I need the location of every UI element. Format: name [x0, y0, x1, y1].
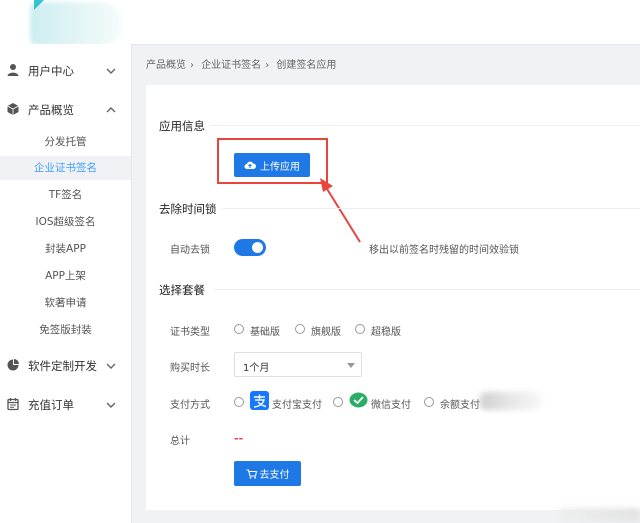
payment-radio-wechat[interactable] [333, 397, 343, 407]
cert-type-radio-flagship[interactable] [295, 324, 305, 334]
payment-radio-alipay[interactable] [234, 397, 244, 407]
cube-icon [7, 103, 19, 115]
sidebar-subitem-app-listing[interactable]: APP上架 [0, 264, 131, 288]
go-pay-button[interactable]: 去支付 [234, 461, 301, 486]
logo [30, 2, 122, 46]
alipay-icon [250, 391, 269, 410]
chevron-up-icon [106, 107, 116, 113]
breadcrumb-item[interactable]: 企业证书签名 [201, 60, 261, 71]
payment-option[interactable]: 支付宝支付 [272, 396, 322, 411]
top-bar [0, 0, 640, 46]
sidebar-subitem-tf-sign[interactable]: TF签名 [0, 183, 131, 207]
breadcrumb-separator: › [190, 60, 194, 71]
redacted-area [480, 392, 542, 410]
cert-type-radio-ultra-stable[interactable] [355, 324, 365, 334]
section-title-choose-package: 选择套餐 [159, 283, 205, 297]
watermark [560, 508, 640, 522]
sidebar-subitem-ios-super-sign[interactable]: IOS超级签名 [0, 210, 131, 234]
sidebar-item-custom-dev[interactable]: 软件定制开发 [0, 355, 131, 377]
divider [215, 289, 640, 290]
go-pay-label: 去支付 [259, 470, 290, 481]
cert-type-label: 证书类型 [170, 327, 210, 338]
cert-type-option[interactable]: 基础版 [250, 323, 280, 338]
breadcrumb: 产品概览 › 企业证书签名 › 创建签名应用 [146, 56, 340, 71]
chevron-down-icon [106, 363, 116, 369]
sidebar-item-label: 软件定制开发 [28, 359, 97, 373]
duration-label: 购买时长 [170, 363, 210, 374]
total-value: -- [234, 432, 244, 445]
sidebar-subitem-unsigned-package[interactable]: 免签版封装 [0, 318, 131, 342]
cert-type-option[interactable]: 超稳版 [371, 323, 401, 338]
breadcrumb-separator: › [265, 60, 270, 71]
sidebar-item-recharge-orders[interactable]: 充值订单 [0, 394, 131, 416]
payment-label: 支付方式 [170, 400, 210, 411]
chevron-down-icon [106, 68, 116, 74]
payment-radio-balance[interactable] [424, 397, 434, 407]
sidebar-item-user-center[interactable]: 用户中心 [0, 60, 131, 82]
sidebar-subitem-enterprise-cert[interactable]: 企业证书签名 [0, 156, 131, 180]
annotation-arrow-icon [320, 178, 361, 243]
cart-icon [246, 468, 257, 479]
sidebar-item-label: 充值订单 [28, 398, 74, 412]
toggle-knob [252, 242, 263, 253]
divider [210, 125, 640, 126]
payment-option[interactable]: 余额支付 [440, 396, 480, 411]
payment-option[interactable]: 微信支付 [371, 396, 411, 411]
chevron-down-icon [106, 402, 116, 408]
sidebar-subitem-copyright[interactable]: 软著申请 [0, 291, 131, 315]
sidebar-item-product-overview[interactable]: 产品概览 [0, 99, 131, 121]
section-title-remove-time-lock: 去除时间锁 [159, 202, 217, 216]
duration-value: 1个月 [243, 363, 270, 374]
total-label: 总计 [170, 436, 190, 447]
sidebar-subitem-package-app[interactable]: 封装APP [0, 237, 131, 261]
caret-down-icon [347, 363, 355, 368]
auto-unlock-hint: 移出以前签名时残留的时间效验锁 [369, 245, 519, 256]
auto-unlock-toggle[interactable] [234, 239, 266, 256]
calendar-icon [7, 398, 19, 411]
breadcrumb-item[interactable]: 产品概览 [146, 60, 186, 71]
cert-type-option[interactable]: 旗舰版 [311, 323, 341, 338]
sidebar-subitem-distribution[interactable]: 分发托管 [0, 130, 131, 154]
sidebar-item-label: 产品概览 [28, 103, 74, 117]
section-title-app-info: 应用信息 [159, 119, 205, 133]
wechat-pay-icon [349, 392, 368, 408]
sidebar-item-label: 用户中心 [28, 64, 74, 78]
cert-type-radio-basic[interactable] [234, 324, 244, 334]
auto-unlock-label: 自动去锁 [170, 245, 210, 256]
user-icon [7, 64, 19, 76]
pie-icon [7, 359, 19, 371]
annotation-highlight-box [217, 138, 328, 184]
duration-select[interactable]: 1个月 [234, 352, 362, 377]
sidebar: 用户中心 产品概览 分发托管 企业证书签名 TF签名 IOS超级签名 封装APP… [0, 44, 132, 523]
divider [222, 208, 640, 209]
breadcrumb-item: 创建签名应用 [276, 60, 337, 71]
